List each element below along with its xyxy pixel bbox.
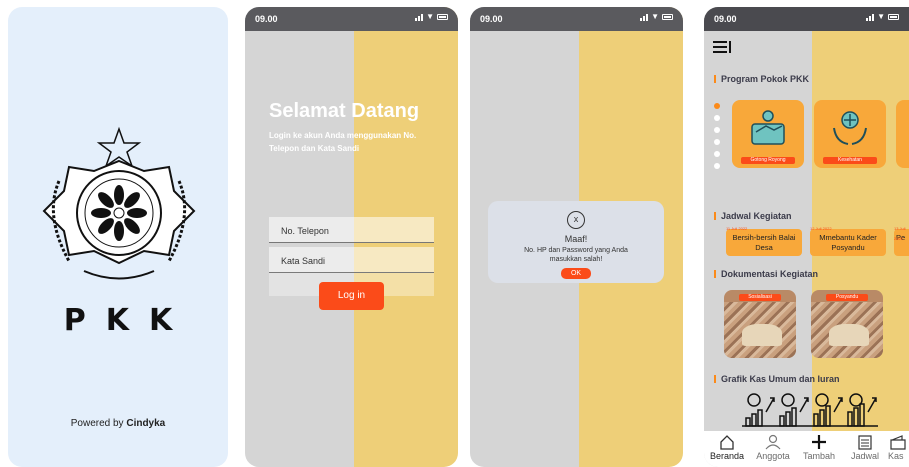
calendar-icon [858,435,872,450]
powered-by-brand: Cindyka [126,418,166,429]
jadwal-date: 13 Juli 2022 [894,226,906,241]
pkk-emblem-logo [42,126,196,280]
status-time: 09.00 [480,14,503,24]
welcome-subtitle: Login ke akun Anda menggunakan No. Telep… [269,131,417,153]
nav-label: Kas [888,451,904,461]
home-icon [720,435,734,450]
dokumentasi-tag: Sosialisasi [739,294,781,301]
login-screen: 09.00 ▼ Selamat Datang Login ke akun And… [245,7,458,467]
welcome-title: Selamat Datang [269,100,420,122]
ok-button[interactable]: OK [561,268,591,279]
password-input[interactable]: Kata Sandi [269,247,434,273]
jadwal-card[interactable]: 11 Juli 2022 Bersih-bersih Balai Desa [726,226,802,256]
status-time: 09.00 [255,14,278,24]
signal-icon [866,13,875,21]
user-icon [765,434,781,450]
dialog-message: No. HP dan Password yang Anda masukkan s… [524,247,628,263]
status-bar: 09.00 ▼ [470,7,683,31]
carousel-dot[interactable] [714,151,720,157]
program-card[interactable] [896,100,909,168]
program-card[interactable]: Gotong Royong [732,100,804,168]
program-label: Kesehatan [823,157,877,164]
nav-label: Jadwal [850,451,879,461]
wallet-icon [890,435,906,450]
section-program-title: Program Pokok PKK [714,74,809,84]
login-button[interactable]: Log in [319,282,384,310]
jadwal-title: Bersih-bersih Balai Desa [732,233,796,252]
dokumentasi-card[interactable]: Posyandu [811,290,883,358]
health-hands-icon [833,111,867,145]
dokumentasi-card[interactable]: Sosialisasi [724,290,796,358]
status-bar: 09.00 ▼ [704,7,909,31]
jadwal-card[interactable]: 13 Juli 2022 Pe [894,226,909,256]
wifi-icon: ▼ [651,12,659,21]
close-circle-icon: x [567,211,585,229]
jadwal-date: 12 Juli 2022 [810,226,832,231]
nav-anggota[interactable]: Anggota [750,431,796,467]
nav-beranda[interactable]: Beranda [704,431,750,467]
section-dokumentasi-title: Dokumentasi Kegiatan [714,269,818,279]
battery-icon [662,14,673,20]
carousel-dot[interactable] [714,139,720,145]
carousel-dot[interactable] [714,103,720,109]
dialog-title: Maaf! [564,234,588,244]
nav-label: Beranda [709,451,745,461]
program-label: Gotong Royong [741,157,795,164]
signal-icon [640,13,649,21]
section-jadwal-title: Jadwal Kegiatan [714,211,792,221]
carousel-dot[interactable] [714,115,720,121]
bottom-nav: Beranda Anggota Tambah Jadwal Kas [704,431,909,467]
error-screen: 09.00 ▼ x Maaf! No. HP dan Password yang… [470,7,683,467]
wifi-icon: ▼ [877,12,885,21]
activity-photo-floor [742,324,782,346]
splash-screen: PKK Powered by Cindyka [8,7,228,467]
carousel-dot[interactable] [714,163,720,169]
carousel-dot[interactable] [714,127,720,133]
nav-tambah[interactable]: Tambah [796,431,842,467]
error-dialog: x Maaf! No. HP dan Password yang Anda ma… [488,201,664,283]
section-grafik-title: Grafik Kas Umum dan Iuran [714,374,840,384]
wifi-icon: ▼ [426,12,434,21]
home-screen: 09.00 ▼ Program Pokok PKK Gotong Royong … [704,7,909,467]
nav-label: Anggota [756,451,790,461]
plus-icon [812,435,826,449]
program-card[interactable]: Kesehatan [814,100,886,168]
nav-label: Tambah [802,451,836,461]
money-growth-icon [742,393,878,427]
jadwal-title: Mmebantu Kader Posyandu [819,233,877,252]
battery-icon [888,14,899,20]
nav-kas[interactable]: Kas [888,431,908,467]
status-time: 09.00 [714,14,737,24]
powered-by-prefix: Powered by [70,418,124,429]
menu-icon[interactable] [713,41,731,53]
handshake-icon [751,110,785,145]
jadwal-card[interactable]: 12 Juli 2022 Mmebantu Kader Posyandu [810,226,886,256]
carousel-dots [714,103,720,175]
pkk-logo-text: PKK [63,303,193,338]
jadwal-date: 11 Juli 2022 [726,226,748,231]
nav-jadwal[interactable]: Jadwal [842,431,888,467]
phone-input[interactable]: No. Telepon [269,217,434,243]
status-bar: 09.00 ▼ [245,7,458,31]
powered-by: Powered by Cindyka [8,418,228,429]
battery-icon [437,14,448,20]
activity-photo-floor [829,324,869,346]
dokumentasi-tag: Posyandu [826,294,868,301]
signal-icon [415,13,424,21]
